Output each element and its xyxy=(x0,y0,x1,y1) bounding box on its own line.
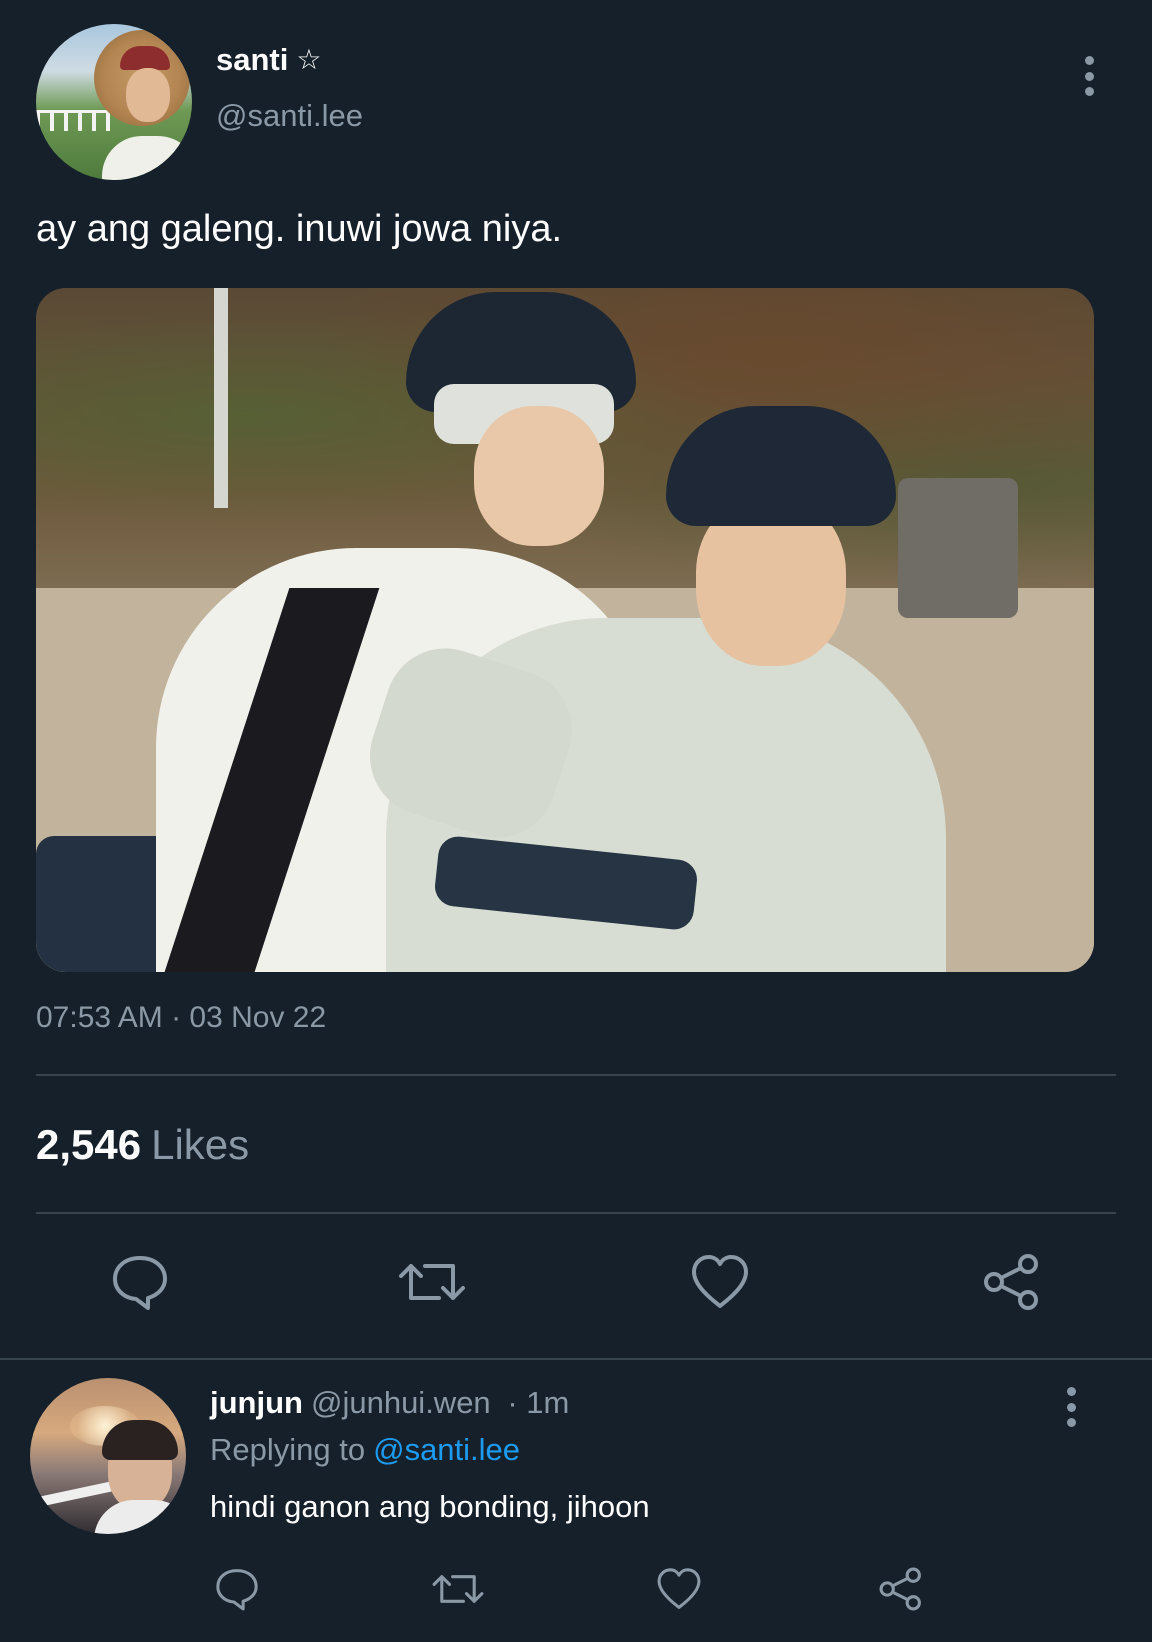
replying-to-mention[interactable]: @santi.lee xyxy=(373,1432,520,1467)
likes-count: 2,546 xyxy=(36,1121,142,1168)
reply-bubble-icon xyxy=(113,1256,167,1310)
share-icon xyxy=(984,1254,1038,1310)
reply-text: hindi ganon ang bonding, jihoon xyxy=(210,1489,650,1524)
retweet-icon xyxy=(432,1575,484,1603)
heart-icon xyxy=(657,1568,701,1609)
replying-to: Replying to @santi.lee xyxy=(210,1430,520,1470)
more-options-button[interactable] xyxy=(1075,56,1103,96)
author-name-text: santi xyxy=(216,42,289,77)
reply-author-handle[interactable]: @junhui.wen xyxy=(311,1385,491,1420)
retweet-button[interactable] xyxy=(396,1250,468,1314)
reply-bubble-icon xyxy=(216,1569,258,1611)
heart-icon xyxy=(692,1255,748,1308)
share-icon xyxy=(879,1567,921,1611)
tweet-text: ay ang galeng. inuwi jowa niya. xyxy=(36,208,563,250)
more-vertical-icon xyxy=(1066,1387,1076,1396)
like-button[interactable] xyxy=(688,1250,752,1314)
likes-stat[interactable]: 2,546 Likes xyxy=(36,1118,249,1172)
share-button[interactable] xyxy=(980,1250,1044,1314)
tweet-timestamp[interactable]: 07:53 AM · 03 Nov 22 xyxy=(36,998,326,1038)
replying-to-label: Replying to xyxy=(210,1432,366,1467)
reply-share-button[interactable] xyxy=(876,1564,926,1614)
divider xyxy=(0,1358,1152,1360)
reply-retweet-button[interactable] xyxy=(430,1564,486,1614)
author-name[interactable]: santi ☆ xyxy=(216,40,321,80)
reply-time: · 1m xyxy=(507,1385,570,1420)
author-avatar[interactable] xyxy=(36,24,192,180)
likes-label: Likes xyxy=(151,1121,250,1168)
reply-author-name[interactable]: junjun xyxy=(210,1385,303,1420)
divider xyxy=(36,1212,1116,1214)
star-icon: ☆ xyxy=(296,44,322,75)
retweet-icon xyxy=(399,1264,465,1300)
reply-header: junjun @junhui.wen · 1m xyxy=(210,1383,569,1423)
author-handle[interactable]: @santi.lee xyxy=(216,96,363,136)
reply-like-button[interactable] xyxy=(654,1564,704,1614)
divider xyxy=(36,1074,1116,1076)
reply-author-avatar[interactable] xyxy=(30,1378,186,1534)
tweet-media-image[interactable] xyxy=(36,288,1094,972)
more-vertical-icon xyxy=(1084,56,1094,65)
reply-reply-button[interactable] xyxy=(212,1564,262,1614)
reply-more-options-button[interactable] xyxy=(1057,1387,1085,1427)
reply-button[interactable] xyxy=(108,1250,172,1314)
